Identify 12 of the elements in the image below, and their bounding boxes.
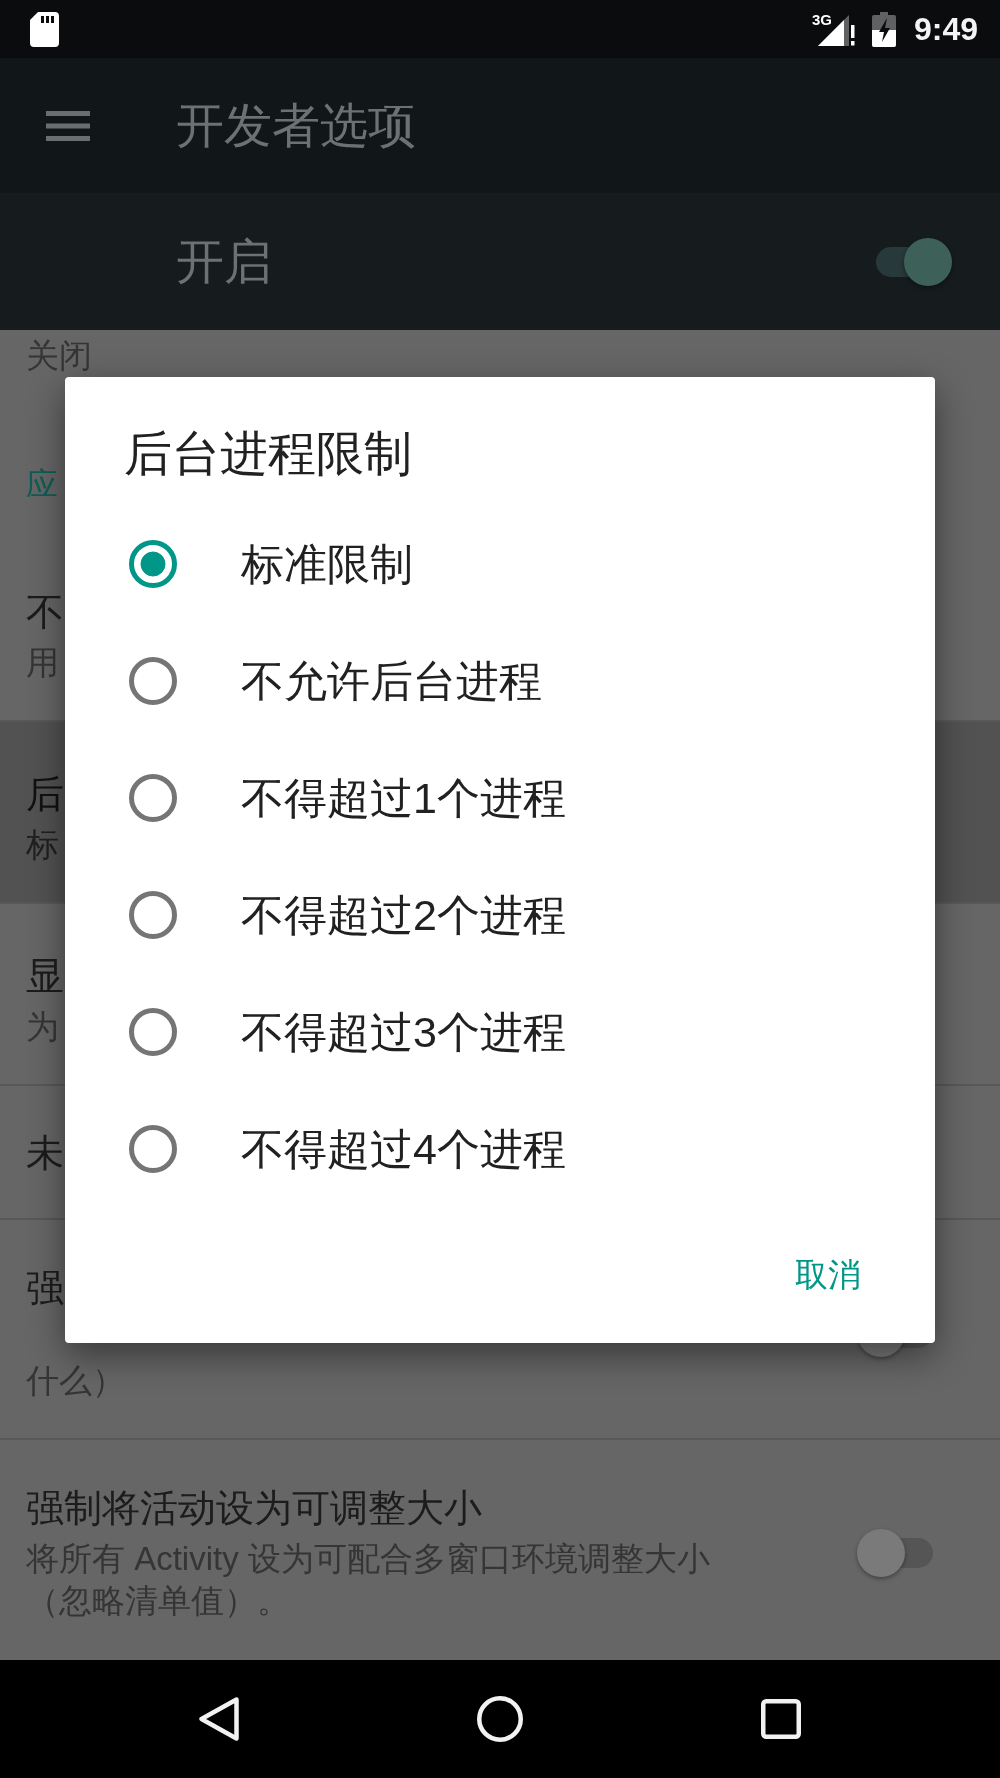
setting-title: 未 bbox=[26, 1131, 64, 1176]
setting-title: 强制将活动设为可调整大小 bbox=[26, 1486, 482, 1531]
dialog-title: 后台进程限制 bbox=[124, 426, 412, 482]
setting-title: 不 bbox=[26, 590, 64, 635]
network-type-label: 3G bbox=[811, 10, 832, 28]
clock-time: 9:49 bbox=[913, 11, 978, 47]
toolbar-title: 开发者选项 bbox=[176, 97, 416, 154]
setting-title: 强 bbox=[26, 1266, 64, 1311]
switch-label: 开启 bbox=[176, 233, 272, 290]
setting-title: 后 bbox=[26, 772, 64, 817]
setting-title: 显 bbox=[26, 954, 64, 999]
section-header: 应 bbox=[26, 465, 58, 504]
